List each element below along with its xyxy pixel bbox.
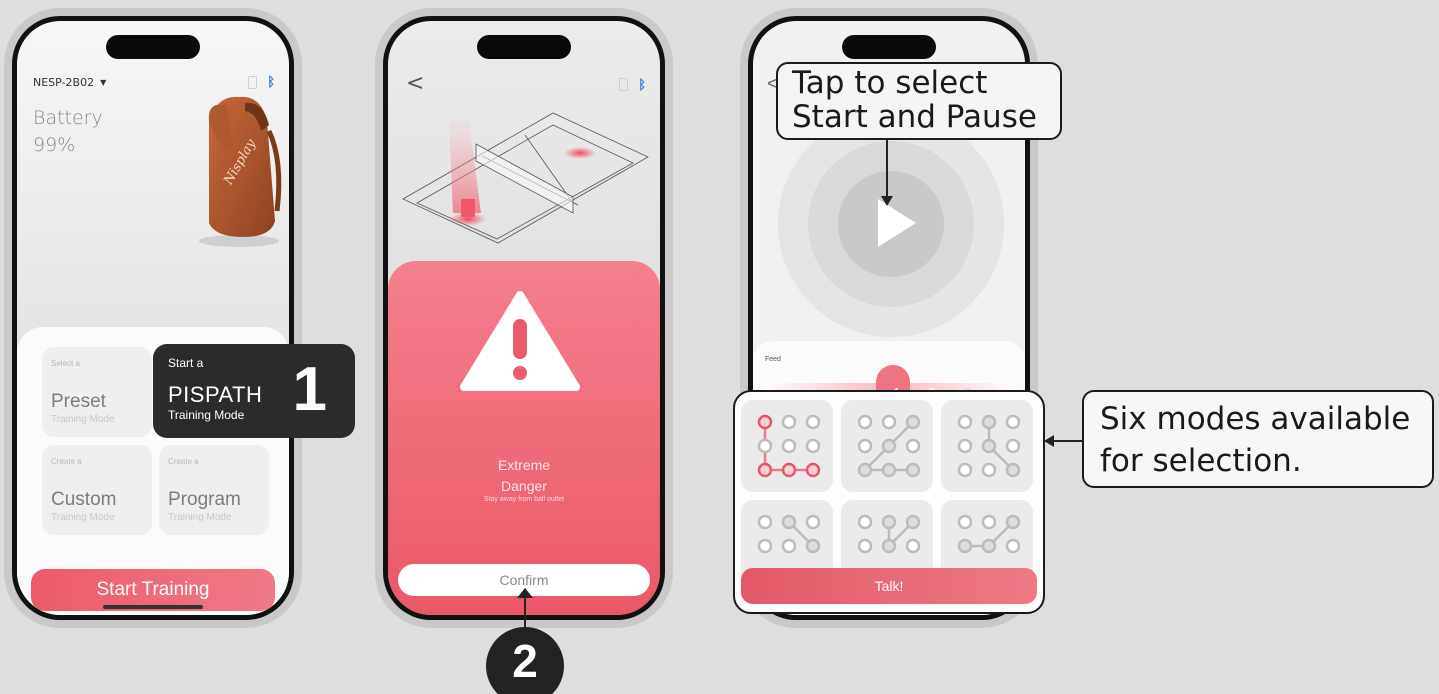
callout-text-line2: Start and Pause bbox=[792, 99, 1037, 135]
phone-icon bbox=[248, 76, 258, 89]
danger-subtitle: Stay away from ball outlet bbox=[483, 496, 565, 503]
tile-caption: Start a bbox=[168, 356, 204, 370]
bluetooth-icon[interactable]: ᛒ bbox=[267, 75, 275, 90]
pattern-icon bbox=[957, 414, 1021, 478]
callout-arrow-head bbox=[881, 196, 893, 206]
pattern-icon bbox=[857, 414, 921, 478]
table-tennis-court-illustration bbox=[402, 112, 649, 244]
tile-caption: Create a bbox=[168, 457, 199, 466]
danger-title-line2: Danger bbox=[501, 478, 547, 494]
device-selector[interactable]: NESP-2B02 ▼ ᛒ bbox=[33, 75, 275, 90]
battery-label: Battery bbox=[33, 107, 103, 129]
mode-tile-pispath[interactable]: Start a PISPATH Training Mode 1 bbox=[153, 344, 355, 438]
tile-subtitle: Training Mode bbox=[51, 512, 115, 523]
phone-screen: < ᛒ Extreme Danger Stay away from ball o… bbox=[388, 21, 660, 615]
callout-arrow-head bbox=[1044, 435, 1054, 447]
callout-arrow-line bbox=[886, 140, 888, 200]
mode-pattern-tile-3[interactable] bbox=[941, 400, 1033, 492]
phone-screen: NESP-2B02 ▼ ᛒ Battery 99% Nisplay Select… bbox=[17, 21, 289, 615]
phone-bezel: NESP-2B02 ▼ ᛒ Battery 99% Nisplay Select… bbox=[12, 16, 294, 620]
mode-tile-preset[interactable]: Select a Preset Training Mode bbox=[42, 347, 152, 437]
mode-pattern-tile-2[interactable] bbox=[841, 400, 933, 492]
status-icons: ᛒ bbox=[619, 77, 646, 92]
step-number-badge: 1 bbox=[292, 355, 327, 424]
danger-panel: Extreme Danger Stay away from ball outle… bbox=[388, 261, 660, 615]
talk-button[interactable]: Talk! bbox=[741, 568, 1037, 604]
device-name: NESP-2B02 bbox=[33, 76, 95, 89]
tile-title: Preset bbox=[51, 391, 106, 412]
tile-subtitle: Training Mode bbox=[51, 414, 115, 425]
callout-text-line2: for selection. bbox=[1100, 443, 1302, 479]
phone-mockup-home: NESP-2B02 ▼ ᛒ Battery 99% Nisplay Select… bbox=[4, 8, 302, 628]
mode-pattern-tile-1[interactable] bbox=[741, 400, 833, 492]
chevron-down-icon: ▼ bbox=[100, 78, 107, 87]
tile-caption: Create a bbox=[51, 457, 82, 466]
step-number-badge: 2 bbox=[486, 627, 564, 694]
dynamic-island bbox=[842, 35, 936, 59]
battery-value: 99% bbox=[33, 134, 76, 156]
warning-icon bbox=[460, 291, 580, 391]
tile-title: Custom bbox=[51, 489, 117, 510]
mode-tile-custom[interactable]: Create a Custom Training Mode bbox=[42, 445, 152, 535]
battery-status: Battery 99% bbox=[33, 105, 103, 159]
home-indicator bbox=[103, 605, 203, 609]
callout-text-line1: Six modes available bbox=[1100, 401, 1411, 437]
phone-icon bbox=[619, 78, 629, 91]
back-arrow-icon[interactable]: < bbox=[406, 71, 424, 96]
backpack-image: Nisplay bbox=[199, 96, 282, 247]
six-modes-callout-box: Six modes available for selection. bbox=[1082, 390, 1434, 488]
bluetooth-icon[interactable]: ᛒ bbox=[638, 77, 646, 92]
dynamic-island bbox=[106, 35, 200, 59]
dynamic-island bbox=[477, 35, 571, 59]
play-icon bbox=[878, 199, 916, 247]
danger-title-line1: Extreme bbox=[497, 457, 551, 473]
feed-label: Feed bbox=[765, 356, 781, 363]
phone-bezel: < ᛒ Extreme Danger Stay away from ball o… bbox=[383, 16, 665, 620]
callout-arrow-head bbox=[517, 588, 533, 598]
phone-mockup-warning: < ᛒ Extreme Danger Stay away from ball o… bbox=[375, 8, 673, 628]
mode-grid-callout: Talk! bbox=[733, 390, 1045, 614]
tile-title: PISPATH bbox=[168, 382, 263, 407]
tile-caption: Select a bbox=[51, 359, 80, 368]
tile-subtitle: Training Mode bbox=[168, 408, 245, 422]
mode-tile-program[interactable]: Create a Program Training Mode bbox=[159, 445, 269, 535]
tap-callout-box: Tap to select Start and Pause bbox=[776, 62, 1062, 140]
callout-arrow-line bbox=[1050, 440, 1082, 442]
callout-text-line1: Tap to select bbox=[792, 65, 988, 101]
pattern-icon bbox=[757, 414, 821, 478]
tile-subtitle: Training Mode bbox=[168, 512, 232, 523]
tile-title: Program bbox=[168, 489, 241, 510]
